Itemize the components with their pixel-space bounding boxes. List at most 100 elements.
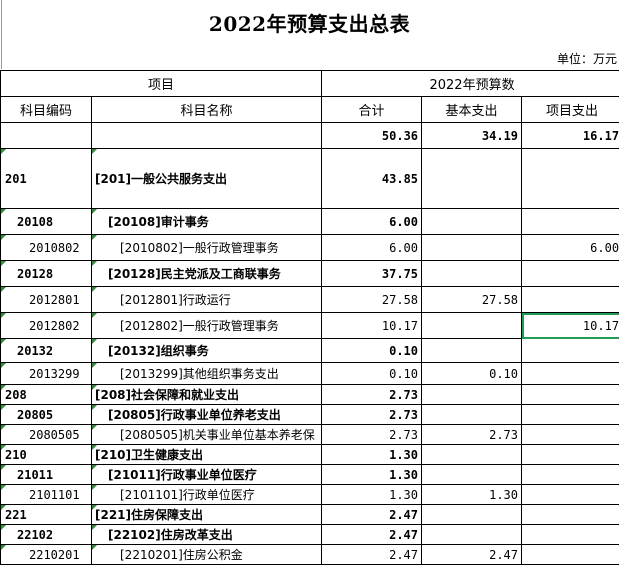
- row-code-cell[interactable]: 2210201: [1, 545, 92, 565]
- row-name-cell[interactable]: [2101101]行政单位医疗: [92, 485, 322, 505]
- header-code[interactable]: 科目编码: [1, 97, 92, 123]
- row-total-cell[interactable]: 2.47: [322, 545, 422, 565]
- row-name-cell[interactable]: [210]卫生健康支出: [92, 445, 322, 465]
- row-name-cell[interactable]: [20108]审计事务: [92, 209, 322, 235]
- row-basic-cell[interactable]: [422, 385, 522, 405]
- budget-table: 项目 2022年预算数 科目编码 科目名称 合计 基本支出 项目支出 50.36…: [0, 70, 619, 565]
- table-row: 2210201[2210201]住房公积金2.472.47: [1, 545, 619, 565]
- row-proj-cell[interactable]: [522, 339, 619, 363]
- row-total-cell[interactable]: 2.73: [322, 385, 422, 405]
- table-row: 2012801[2012801]行政运行27.5827.58: [1, 287, 619, 313]
- row-name-cell[interactable]: [2012802]一般行政管理事务: [92, 313, 322, 339]
- row-proj-cell[interactable]: [522, 445, 619, 465]
- row-code-cell[interactable]: [1, 123, 92, 149]
- row-proj-cell[interactable]: [522, 149, 619, 209]
- row-name-cell[interactable]: [20128]民主党派及工商联事务: [92, 261, 322, 287]
- row-proj-cell[interactable]: 6.00: [522, 235, 619, 261]
- row-code-cell[interactable]: 2080505: [1, 425, 92, 445]
- row-code-cell[interactable]: 208: [1, 385, 92, 405]
- row-basic-cell[interactable]: [422, 445, 522, 465]
- row-basic-cell[interactable]: [422, 149, 522, 209]
- row-basic-cell[interactable]: 34.19: [422, 123, 522, 149]
- row-basic-cell[interactable]: [422, 465, 522, 485]
- row-total-cell[interactable]: 37.75: [322, 261, 422, 287]
- row-basic-cell[interactable]: [422, 235, 522, 261]
- row-code-cell[interactable]: 20132: [1, 339, 92, 363]
- row-name-cell[interactable]: [2080505]机关事业单位基本养老保: [92, 425, 322, 445]
- row-code-cell[interactable]: 2101101: [1, 485, 92, 505]
- row-total-cell[interactable]: 2.73: [322, 425, 422, 445]
- row-basic-cell[interactable]: 2.47: [422, 545, 522, 565]
- row-code-cell[interactable]: 22102: [1, 525, 92, 545]
- row-basic-cell[interactable]: [422, 209, 522, 235]
- row-basic-cell[interactable]: [422, 505, 522, 525]
- row-basic-cell[interactable]: 2.73: [422, 425, 522, 445]
- row-total-cell[interactable]: 2.47: [322, 525, 422, 545]
- row-code-cell[interactable]: 210: [1, 445, 92, 465]
- row-basic-cell[interactable]: 0.10: [422, 363, 522, 385]
- row-code-cell[interactable]: 2010802: [1, 235, 92, 261]
- row-name-cell[interactable]: [2013299]其他组织事务支出: [92, 363, 322, 385]
- row-proj-cell[interactable]: [522, 525, 619, 545]
- row-proj-cell[interactable]: [522, 485, 619, 505]
- row-code-cell[interactable]: 221: [1, 505, 92, 525]
- row-proj-cell[interactable]: 10.17: [522, 313, 619, 339]
- row-name-cell[interactable]: [201]一般公共服务支出: [92, 149, 322, 209]
- row-total-cell[interactable]: 1.30: [322, 485, 422, 505]
- row-basic-cell[interactable]: [422, 261, 522, 287]
- row-name-cell[interactable]: [221]住房保障支出: [92, 505, 322, 525]
- header-basic[interactable]: 基本支出: [422, 97, 522, 123]
- header-total[interactable]: 合计: [322, 97, 422, 123]
- header-project[interactable]: 项目: [1, 71, 322, 97]
- row-name-cell[interactable]: [20805]行政事业单位养老支出: [92, 405, 322, 425]
- row-name-cell[interactable]: [208]社会保障和就业支出: [92, 385, 322, 405]
- header-name[interactable]: 科目名称: [92, 97, 322, 123]
- row-proj-cell[interactable]: 16.17: [522, 123, 619, 149]
- row-proj-cell[interactable]: [522, 385, 619, 405]
- row-code-cell[interactable]: 2013299: [1, 363, 92, 385]
- row-basic-cell[interactable]: [422, 525, 522, 545]
- row-proj-cell[interactable]: [522, 465, 619, 485]
- row-name-cell[interactable]: [2010802]一般行政管理事务: [92, 235, 322, 261]
- row-basic-cell[interactable]: [422, 405, 522, 425]
- row-code-cell[interactable]: 21011: [1, 465, 92, 485]
- row-proj-cell[interactable]: [522, 545, 619, 565]
- row-proj-cell[interactable]: [522, 405, 619, 425]
- row-code-cell[interactable]: 201: [1, 149, 92, 209]
- row-basic-cell[interactable]: 1.30: [422, 485, 522, 505]
- row-name-cell[interactable]: [21011]行政事业单位医疗: [92, 465, 322, 485]
- row-proj-cell[interactable]: [522, 425, 619, 445]
- row-total-cell[interactable]: 43.85: [322, 149, 422, 209]
- row-total-cell[interactable]: 6.00: [322, 209, 422, 235]
- row-total-cell[interactable]: 0.10: [322, 339, 422, 363]
- header-budget-group[interactable]: 2022年预算数: [322, 71, 619, 97]
- row-total-cell[interactable]: 0.10: [322, 363, 422, 385]
- row-proj-cell[interactable]: [522, 363, 619, 385]
- row-total-cell[interactable]: 1.30: [322, 445, 422, 465]
- row-total-cell[interactable]: 2.47: [322, 505, 422, 525]
- row-total-cell[interactable]: 50.36: [322, 123, 422, 149]
- row-code-cell[interactable]: 2012801: [1, 287, 92, 313]
- row-total-cell[interactable]: 1.30: [322, 465, 422, 485]
- row-total-cell[interactable]: 10.17: [322, 313, 422, 339]
- row-code-cell[interactable]: 20108: [1, 209, 92, 235]
- row-code-cell[interactable]: 20805: [1, 405, 92, 425]
- row-name-cell[interactable]: [2210201]住房公积金: [92, 545, 322, 565]
- row-total-cell[interactable]: 6.00: [322, 235, 422, 261]
- row-code-cell[interactable]: 2012802: [1, 313, 92, 339]
- row-basic-cell[interactable]: [422, 339, 522, 363]
- row-name-cell[interactable]: [2012801]行政运行: [92, 287, 322, 313]
- row-basic-cell[interactable]: 27.58: [422, 287, 522, 313]
- row-proj-cell[interactable]: [522, 261, 619, 287]
- header-proj[interactable]: 项目支出: [522, 97, 619, 123]
- row-proj-cell[interactable]: [522, 287, 619, 313]
- row-name-cell[interactable]: [22102]住房改革支出: [92, 525, 322, 545]
- row-basic-cell[interactable]: [422, 313, 522, 339]
- row-proj-cell[interactable]: [522, 209, 619, 235]
- row-name-cell[interactable]: [20132]组织事务: [92, 339, 322, 363]
- row-total-cell[interactable]: 27.58: [322, 287, 422, 313]
- row-name-cell[interactable]: [92, 123, 322, 149]
- row-code-cell[interactable]: 20128: [1, 261, 92, 287]
- row-total-cell[interactable]: 2.73: [322, 405, 422, 425]
- row-proj-cell[interactable]: [522, 505, 619, 525]
